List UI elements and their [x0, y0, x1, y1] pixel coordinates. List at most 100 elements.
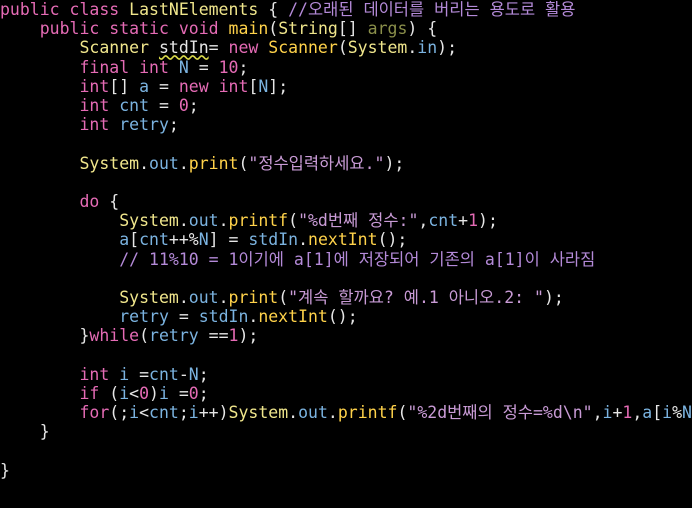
code-token: LastNElements [129, 0, 259, 19]
code-token: = [208, 38, 219, 58]
code-token: [ [248, 76, 259, 96]
code-token: . [407, 38, 418, 58]
code-token: int [79, 364, 110, 384]
code-token: a [642, 403, 653, 423]
code-token: System [119, 288, 179, 307]
code-token: int [79, 96, 110, 115]
code-token: Scanner [268, 38, 338, 58]
code-token: % [672, 403, 683, 423]
code-token: = [158, 96, 169, 115]
code-token: , [418, 211, 429, 231]
code-token: i [119, 384, 130, 403]
code-token: = [139, 364, 150, 384]
code-token: { [268, 0, 279, 19]
code-token: , [592, 403, 603, 423]
code-token: a [139, 76, 150, 96]
code-token: . [288, 403, 299, 423]
code-line: }while(retry ==1); [0, 326, 258, 345]
code-line: for(;i<cnt;i++)System.out.printf("%2d번째의… [0, 403, 692, 422]
code-token: } [79, 326, 90, 346]
code-token: cnt [149, 403, 179, 423]
code-token: ]; [268, 76, 289, 96]
code-token: . [218, 211, 229, 231]
code-token: . [139, 153, 150, 173]
code-token: = [178, 307, 189, 327]
code-token: do [79, 192, 100, 211]
code-token: new [228, 38, 259, 58]
code-token: + [458, 211, 469, 231]
code-token: 0 [139, 384, 150, 403]
code-token: out [298, 403, 328, 423]
code-token: if [79, 384, 100, 403]
code-token: new [178, 76, 209, 96]
code-token: = [158, 76, 169, 96]
code-token: i [602, 403, 613, 423]
code-token: i [129, 403, 140, 423]
code-line: a[cnt++%N] = stdIn.nextInt(); [0, 230, 407, 249]
code-token: class [69, 0, 120, 19]
code-token: - [178, 364, 189, 384]
code-token: retry [149, 326, 199, 346]
code-token: ; [168, 115, 179, 135]
code-line: // 11%10 = 1이기에 a[1]에 저장되어 기존의 a[1]이 사라짐 [0, 250, 595, 269]
code-token: stdIn [248, 230, 299, 250]
code-editor[interactable]: public class LastNElements { //오래된 데이터를 … [0, 0, 692, 508]
code-token: public [39, 19, 100, 39]
code-token: (); [377, 230, 408, 250]
code-token: i [188, 403, 199, 423]
code-token: 1 [228, 326, 239, 346]
code-token: (; [109, 403, 130, 423]
code-token: ; [198, 364, 209, 384]
code-token: . [218, 288, 229, 307]
code-token: . [178, 288, 189, 307]
code-token: printf [228, 211, 289, 231]
code-token: stdIn [198, 307, 249, 327]
code-token: < [139, 403, 150, 423]
code-token: nextInt [258, 307, 328, 327]
code-token: + [612, 403, 623, 423]
code-line: System.out.print("정수입력하세요."); [0, 154, 404, 173]
code-token: i [119, 364, 130, 384]
code-token: ) [149, 384, 159, 403]
code-token: stdIn [158, 38, 209, 58]
code-token: ( [397, 403, 408, 423]
code-token: print [228, 288, 279, 307]
code-token: == [208, 326, 229, 346]
code-token: ( [337, 38, 348, 58]
code-token: , [632, 403, 643, 423]
code-token: cnt [139, 230, 169, 250]
code-token: N [682, 403, 692, 423]
code-token: int [79, 76, 110, 96]
code-token: ); [543, 288, 564, 307]
code-line: } [0, 461, 10, 480]
code-token: = [178, 384, 189, 403]
code-token: N [198, 230, 209, 250]
code-token: ); [238, 326, 259, 346]
code-token: 0 [178, 96, 189, 115]
code-token: N [188, 364, 199, 384]
code-token: { [109, 192, 120, 211]
code-token: . [248, 307, 259, 327]
